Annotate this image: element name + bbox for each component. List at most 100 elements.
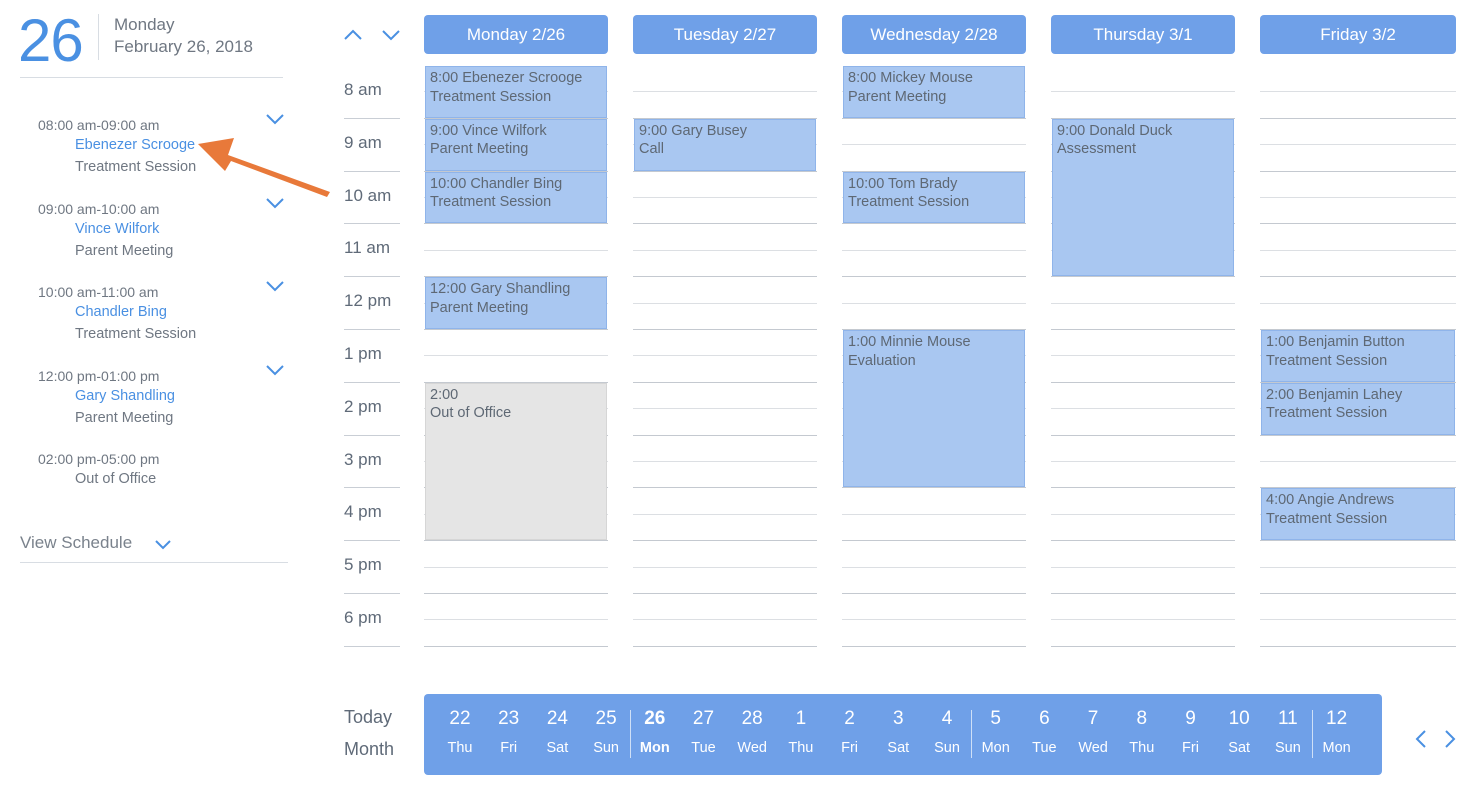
day-column: Thursday 3/1 9:00 Donald Duck Assessment xyxy=(1051,15,1235,647)
day-header[interactable]: Wednesday 2/28 xyxy=(842,15,1026,54)
appointment-block[interactable]: 9:00 Donald Duck Assessment xyxy=(1052,118,1234,277)
strip-day[interactable]: 6 Tue xyxy=(1020,694,1068,775)
slot-line xyxy=(424,645,608,647)
appointment-type: Call xyxy=(639,141,664,158)
appointment-block[interactable]: 1:00 Minnie Mouse Evaluation xyxy=(843,330,1025,488)
chevron-down-icon[interactable] xyxy=(264,277,286,295)
day-header[interactable]: Monday 2/26 xyxy=(424,15,608,54)
strip-day[interactable]: 27 Tue xyxy=(680,694,728,775)
strip-weekday: Mon xyxy=(639,740,670,756)
hour-label: 9 am xyxy=(344,132,382,152)
agenda-item[interactable]: 10:00 am-11:00 am Chandler Bing Treatment … xyxy=(38,281,288,367)
strip-day[interactable]: 8 Thu xyxy=(1118,694,1166,775)
chevron-right-icon[interactable] xyxy=(1441,728,1459,750)
appointment-block[interactable]: 9:00 Vince Wilfork Parent Meeting xyxy=(425,118,607,171)
month-button[interactable]: Month xyxy=(344,739,394,760)
strip-day[interactable]: 28 Wed xyxy=(728,694,776,775)
slot-line xyxy=(633,91,817,93)
out-of-office-block[interactable]: 2:00 Out of Office xyxy=(425,382,607,541)
agenda-item[interactable]: 12:00 pm-01:00 pm Gary Shandling Parent Me… xyxy=(38,364,288,451)
slot-line xyxy=(633,461,817,462)
chevron-down-icon[interactable] xyxy=(380,26,402,44)
slot-line xyxy=(1260,197,1456,198)
strip-day[interactable]: 2 Fri xyxy=(826,694,874,775)
strip-day-number: 24 xyxy=(546,708,568,729)
today-button[interactable]: Today xyxy=(344,707,392,728)
appointment-title: 9:00 Vince Wilfork xyxy=(430,122,547,139)
strip-day-number: 22 xyxy=(449,708,471,729)
hour-label: 3 pm xyxy=(344,449,382,469)
appointment-block[interactable]: 12:00 Gary Shandling Parent Meeting xyxy=(425,277,607,329)
agenda-client-link[interactable]: Chandler Bing xyxy=(75,301,288,323)
hour-divider xyxy=(344,487,400,489)
strip-weekday: Fri xyxy=(500,740,518,756)
slot-line xyxy=(842,540,1026,542)
day-column: Monday 2/26 8:00 Ebenezer Scrooge Treatmen… xyxy=(424,15,608,647)
chevron-up-icon[interactable] xyxy=(342,26,364,44)
strip-day[interactable]: 25 Sun xyxy=(582,694,630,775)
strip-day[interactable]: 7 Wed xyxy=(1069,694,1117,775)
slot-line xyxy=(1051,276,1235,278)
agenda-client-link[interactable]: Gary Shandling xyxy=(75,385,288,407)
hour-divider xyxy=(344,117,400,119)
strip-day[interactable]: 3 Sat xyxy=(874,694,922,775)
chevron-down-icon[interactable] xyxy=(153,537,173,553)
strip-day-selected[interactable]: 26 Mon xyxy=(631,694,679,775)
strip-weekday: Fri xyxy=(841,740,859,756)
strip-day[interactable]: 24 Sat xyxy=(533,694,581,775)
strip-day[interactable]: 10 Sat xyxy=(1215,694,1263,775)
strip-day[interactable]: 1 Thu xyxy=(777,694,825,775)
day-header[interactable]: Friday 3/2 xyxy=(1260,15,1456,54)
slot-line xyxy=(1051,540,1235,542)
strip-weekday: Mon xyxy=(981,740,1010,756)
appointment-block[interactable]: 10:00 Chandler Bing Treatment Session xyxy=(425,171,607,224)
agenda-item[interactable]: 02:00 pm-05:00 pm Out of Office xyxy=(38,450,288,534)
arrow-annotation xyxy=(198,138,330,197)
day-header[interactable]: Thursday 3/1 xyxy=(1051,15,1235,54)
slot-line xyxy=(1260,645,1456,647)
chevron-left-icon[interactable] xyxy=(1412,728,1430,750)
strip-day[interactable]: 23 Fri xyxy=(485,694,533,775)
hour-divider xyxy=(344,434,400,436)
slot-line xyxy=(424,566,608,568)
slot-line xyxy=(633,540,817,542)
agenda-time: 02:00 pm-05:00 pm xyxy=(38,451,160,467)
strip-day[interactable]: 11 Sun xyxy=(1264,694,1312,775)
agenda-client-link[interactable]: Vince Wilfork xyxy=(75,218,288,240)
view-schedule-button[interactable]: View Schedule xyxy=(20,533,132,553)
slot-line xyxy=(1260,540,1456,542)
strip-weekday: Thu xyxy=(788,740,814,756)
slot-line xyxy=(1051,619,1235,621)
agenda-time: 08:00 am-09:00 am xyxy=(38,117,160,133)
agenda-item[interactable]: 09:00 am-10:00 am Vince Wilfork Parent Mee… xyxy=(38,197,288,284)
appointment-block[interactable]: 8:00 Mickey Mouse Parent Meeting xyxy=(843,66,1025,118)
chevron-down-icon[interactable] xyxy=(264,110,286,128)
strip-day[interactable]: 12 Mon xyxy=(1313,694,1361,775)
slot-line xyxy=(1051,593,1235,594)
appointment-block[interactable]: 2:00 Benjamin Lahey Treatment Session xyxy=(1261,382,1455,435)
strip-weekday: Thu xyxy=(1129,740,1155,756)
appointment-block[interactable]: 4:00 Angie Andrews Treatment Session xyxy=(1261,488,1455,541)
date-strip: 22 Thu 23 Fri 24 Sat 25 Sun 26 Mon 27 Tue 28 Wed 1 Thu 2… xyxy=(424,694,1382,775)
appointment-block[interactable]: 8:00 Ebenezer Scrooge Treatment Session xyxy=(425,66,607,118)
strip-day-number: 7 xyxy=(1087,708,1099,729)
slot-line xyxy=(842,487,1026,489)
strip-day-number: 25 xyxy=(595,708,617,729)
strip-day[interactable]: 9 Fri xyxy=(1167,694,1215,775)
strip-day[interactable]: 22 Thu xyxy=(436,694,484,775)
day-header[interactable]: Tuesday 2/27 xyxy=(633,15,817,54)
strip-day[interactable]: 5 Mon xyxy=(972,694,1020,775)
strip-weekday: Sat xyxy=(1228,740,1251,756)
chevron-down-icon[interactable] xyxy=(264,361,286,379)
agenda-time: 10:00 am-11:00 am xyxy=(38,284,159,300)
strip-day[interactable]: 4 Sun xyxy=(923,694,971,775)
appointment-block[interactable]: 9:00 Gary Busey Call xyxy=(634,118,816,171)
slot-line xyxy=(633,276,817,278)
appointment-type: Evaluation xyxy=(848,352,916,369)
appointment-block[interactable]: 10:00 Tom Brady Treatment Session xyxy=(843,171,1025,224)
appointment-block[interactable]: 1:00 Benjamin Button Treatment Session xyxy=(1261,330,1455,382)
slot-line xyxy=(842,276,1026,278)
slot-line xyxy=(1260,302,1456,304)
week-divider xyxy=(1311,710,1313,758)
slot-line xyxy=(424,223,608,225)
